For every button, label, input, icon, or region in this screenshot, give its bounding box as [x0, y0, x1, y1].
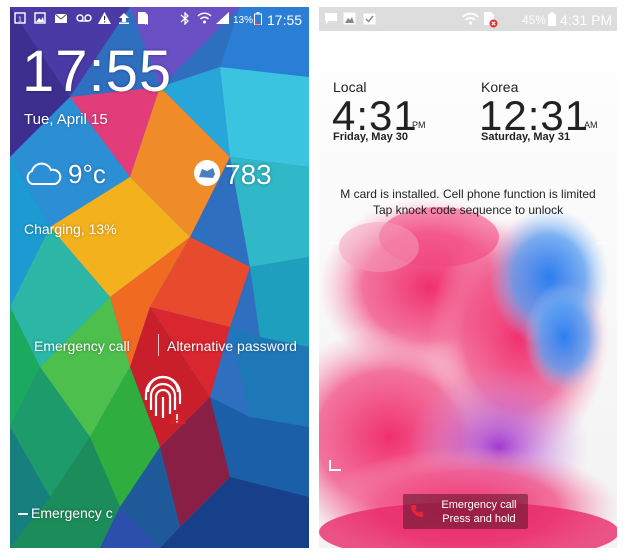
step-count: 783	[225, 159, 272, 190]
gallery-icon	[343, 12, 356, 25]
battery-percent: 13%	[233, 15, 254, 26]
gallery-icon	[34, 12, 46, 24]
signal-icon	[216, 12, 229, 24]
wifi-icon	[197, 12, 212, 24]
sim-error-icon: x	[138, 12, 148, 25]
emergency-call-line1: Emergency call	[441, 499, 517, 511]
svg-text:1: 1	[18, 17, 22, 24]
dash-marker	[18, 513, 28, 515]
bluetooth-icon	[180, 12, 189, 25]
shoe-icon	[194, 160, 220, 186]
wifi-icon	[462, 12, 479, 25]
sim-card-message: M card is installed. Cell phone function…	[340, 187, 596, 201]
left-lockscreen: 1 x 13% 17:55 17:55 Tue, April 15 9°c 78…	[10, 7, 309, 548]
upload-icon	[119, 13, 129, 24]
sim-error-icon	[484, 12, 498, 28]
local-clock-ampm: PM	[412, 120, 426, 130]
knock-code-area[interactable]	[329, 242, 607, 472]
fingerprint-icon[interactable]	[140, 374, 186, 424]
status-bar: 1 x 13% 17:55	[10, 7, 309, 31]
charging-status: Charging, 13%	[24, 221, 117, 237]
lock-clock: 17:55	[22, 39, 173, 104]
emergency-call-line2: Press and hold	[442, 513, 516, 525]
task-icon	[363, 13, 376, 25]
email-icon	[54, 13, 68, 23]
emergency-call-swipe-label[interactable]: Emergency c	[31, 505, 113, 521]
status-time: 17:55	[267, 12, 303, 28]
divider	[158, 334, 159, 356]
chat-icon	[325, 13, 337, 24]
battery-icon	[254, 12, 262, 25]
cloud-icon	[26, 162, 62, 185]
weather-temperature: 9°c	[68, 159, 106, 189]
korea-clock-date: Saturday, May 31	[481, 131, 571, 143]
emergency-call-button[interactable]: Emergency call	[34, 338, 130, 354]
local-clock-date: Friday, May 30	[333, 131, 408, 143]
svg-text:x: x	[145, 21, 148, 25]
warning-icon	[98, 12, 111, 24]
phone-icon	[411, 505, 423, 517]
knock-code-instruction: Tap knock code sequence to unlock	[372, 203, 564, 217]
signal-icon	[503, 12, 518, 25]
status-bar: 45% 4:31 PM	[319, 7, 617, 31]
voicemail-icon	[76, 14, 92, 22]
right-lockscreen: 45% 4:31 PM Local 4:31 PM Friday, May 30…	[319, 7, 617, 548]
korea-clock-ampm: AM	[584, 120, 598, 130]
lock-date: Tue, April 15	[24, 111, 108, 128]
battery-percent: 45%	[522, 13, 547, 27]
battery-icon	[548, 12, 556, 26]
calendar-icon: 1	[14, 12, 26, 24]
emergency-call-label: Emergency call Press and hold	[429, 498, 529, 526]
status-time: 4:31 PM	[560, 12, 613, 28]
alternative-password-button[interactable]: Alternative password	[167, 338, 297, 354]
